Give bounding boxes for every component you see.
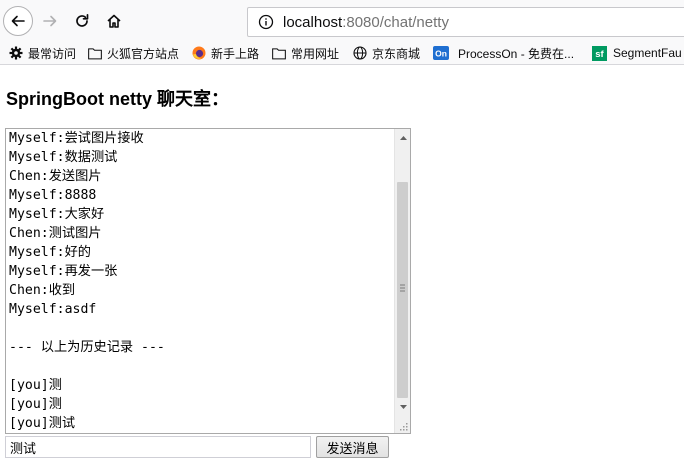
chat-scrollbar[interactable]: [394, 129, 410, 433]
scroll-down-arrow[interactable]: [395, 398, 410, 415]
chat-message-line: Myself:再发一张: [9, 264, 118, 279]
processon-icon: On: [433, 46, 449, 60]
folder-icon: [88, 46, 102, 60]
back-arrow-icon: [11, 15, 25, 27]
url-bar[interactable]: localhost:8080/chat/netty: [247, 7, 684, 37]
bookmark-processon[interactable]: On ProcessOn - 免费在...: [433, 42, 574, 64]
info-icon[interactable]: [258, 14, 274, 30]
bookmark-firefox-site[interactable]: 火狐官方站点: [88, 42, 179, 64]
bookmark-label: 新手上路: [211, 46, 260, 61]
chat-message-line: Myself:数据测试: [9, 150, 118, 165]
grip-icon: [400, 284, 405, 292]
chevron-down-icon: [399, 404, 407, 409]
chat-message-line: Chen:测试图片: [9, 226, 102, 241]
chat-message-line: --- 以上为历史记录 ---: [9, 340, 165, 355]
bookmark-label: 最常访问: [28, 46, 77, 61]
chat-history-textarea[interactable]: Myself:尝试图片接收 Myself:数据测试 Chen:发送图片 Myself:…: [5, 128, 411, 434]
reload-button[interactable]: [70, 9, 94, 33]
url-host: localhost: [283, 13, 343, 31]
scroll-up-arrow[interactable]: [395, 129, 410, 146]
forward-arrow-icon: [43, 15, 57, 27]
chat-blank-line: [9, 357, 394, 376]
chat-messages: Myself:尝试图片接收 Myself:数据测试 Chen:发送图片 Myself:…: [9, 129, 394, 433]
gear-icon: [9, 46, 23, 60]
bookmark-label: 京东商城: [372, 46, 421, 61]
forward-button[interactable]: [38, 9, 62, 33]
chat-message-line: Chen:收到: [9, 283, 76, 298]
resize-grip-icon[interactable]: [397, 420, 409, 432]
url-path: :8080/chat/netty: [342, 13, 449, 31]
chat-message-line: [you]测: [9, 378, 62, 393]
folder-icon: [272, 46, 286, 60]
svg-text:sf: sf: [595, 49, 604, 60]
page-title: SpringBoot netty 聊天室：: [6, 89, 229, 109]
chat-message-line: Myself:8888: [9, 188, 97, 203]
reload-icon: [76, 13, 89, 27]
browser-navbar: localhost:8080/chat/netty: [0, 0, 684, 42]
bookmark-segmentfault[interactable]: sf SegmentFau: [592, 42, 682, 64]
message-input[interactable]: [5, 436, 311, 458]
bookmark-getting-started[interactable]: 新手上路: [192, 42, 259, 64]
chevron-up-icon: [399, 135, 407, 140]
bookmark-label: ProcessOn - 免费在...: [458, 46, 575, 61]
chat-blank-line: [9, 319, 394, 338]
bookmark-label: 常用网址: [291, 46, 340, 61]
scroll-thumb[interactable]: [397, 182, 408, 398]
globe-icon: [353, 46, 367, 60]
url-text: localhost:8080/chat/netty: [283, 14, 449, 31]
chat-message-line: [you]测: [9, 397, 62, 412]
bookmark-common-sites[interactable]: 常用网址: [272, 42, 339, 64]
chat-message-line: Myself:好的: [9, 245, 91, 260]
bookmark-label: SegmentFau: [613, 46, 682, 60]
bookmark-jd[interactable]: 京东商城: [353, 42, 420, 64]
chat-message-line: Myself:大家好: [9, 207, 105, 222]
firefox-icon: [192, 46, 206, 60]
chat-message-line: Chen:发送图片: [9, 169, 102, 184]
send-message-button[interactable]: 发送消息: [316, 436, 389, 458]
segmentfault-icon: sf: [592, 45, 607, 61]
home-icon: [107, 14, 121, 28]
chat-message-line: Myself:尝试图片接收: [9, 131, 144, 146]
bookmark-most-visited[interactable]: 最常访问: [9, 42, 76, 64]
home-button[interactable]: [102, 9, 126, 33]
chat-message-line: Myself:asdf: [9, 302, 97, 317]
back-button[interactable]: [3, 6, 33, 36]
bookmark-label: 火狐官方站点: [107, 46, 180, 61]
chat-message-line: [you]测试: [9, 416, 76, 431]
bookmarks-toolbar: 最常访问 火狐官方站点 新手上路 常用网址 京东商城 On ProcessOn …: [0, 42, 684, 65]
svg-text:On: On: [435, 49, 447, 59]
